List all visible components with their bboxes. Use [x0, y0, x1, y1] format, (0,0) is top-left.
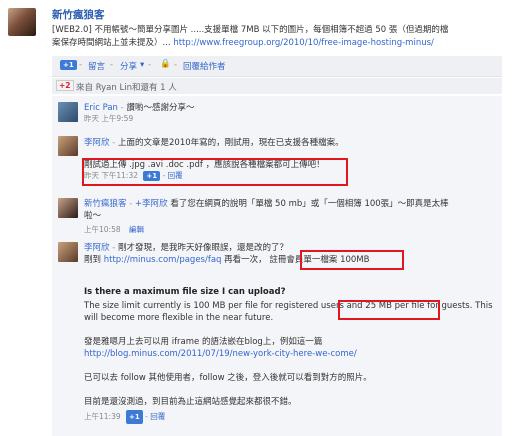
- comment-avatar[interactable]: [58, 102, 78, 122]
- comment-p4: 目前是還沒測過，到目前為止這網站感覺起來都很不錯。: [84, 397, 297, 407]
- share-dropdown-icon[interactable]: ▾: [140, 60, 144, 70]
- comment-faq-line: 剛到 http://minus.com/pages/faq 再看一次， 註冊會員…: [84, 255, 370, 265]
- comment-p2: 發是雅嗯月上去可以用 iframe 的語法嵌在blog上，例如這一篇: [84, 337, 323, 347]
- comment-4: 李阿欣 - 剛才發現，是我昨天好像眼誤，還是改的了？ 剛到 http://min…: [84, 242, 496, 424]
- faq-link[interactable]: http://minus.com/pages/faq: [104, 255, 222, 265]
- plus-one-button[interactable]: +1: [126, 410, 143, 424]
- plus-ones-row: +2 來自 Ryan Lin和還有 1 人: [52, 78, 502, 94]
- share-link[interactable]: 分享: [120, 60, 137, 72]
- post-author[interactable]: 新竹瘋狼客: [52, 7, 105, 22]
- reply-author-link[interactable]: 回覆給作者: [183, 60, 226, 72]
- post-actions-bar: +1 - 留言 - 分享 ▾ - 🔒 - 回覆給作者: [52, 56, 502, 77]
- lock-icon: 🔒: [160, 59, 171, 69]
- comment-text: 看了您在網頁的說明「單檔 50 mb」或「一個相簿 100張」～即真是太棒: [170, 199, 449, 209]
- faq-question: Is there a maximum file size I can uploa…: [84, 287, 286, 297]
- comments-section: Eric Pan - 讚喲～感謝分享～ 昨天 上午9:59 李阿欣 - 上面的文…: [52, 96, 502, 436]
- reply-link[interactable]: 回覆: [150, 412, 165, 421]
- comment-author[interactable]: 新竹瘋狼客: [84, 199, 127, 209]
- comment-text-cont: 啦～: [84, 211, 102, 221]
- comment-author[interactable]: 李阿欣: [84, 138, 110, 148]
- post-body-line2: 案保存時間網站上並未提及）... http://www.freegroup.or…: [52, 37, 434, 48]
- comment-p3: 已可以去 follow 其他使用者，follow 之後，登入後就可以看到對方的照…: [84, 373, 372, 383]
- comment-author[interactable]: Eric Pan: [84, 103, 118, 113]
- comment-time[interactable]: 上午11:39: [84, 412, 121, 421]
- highlight-box: [338, 300, 440, 320]
- post-link[interactable]: http://www.freegroup.org/2010/10/free-im…: [173, 38, 434, 48]
- plus-one-button[interactable]: +1: [60, 60, 77, 70]
- highlight-box: [300, 250, 404, 270]
- post-body: [WEB2.0] 不用帳號～簡單分享圖片 .....支援單檔 7MB 以下的圖片…: [52, 24, 492, 49]
- comment-link[interactable]: 留言: [88, 60, 105, 72]
- comment-text: 讚喲～感謝分享～: [126, 103, 195, 113]
- comment-meta: 上午11:39 +1 - 回覆: [84, 410, 496, 424]
- comment-avatar[interactable]: [58, 198, 78, 218]
- edit-link[interactable]: 編輯: [129, 225, 144, 234]
- comment-1: Eric Pan - 讚喲～感謝分享～ 昨天 上午9:59: [84, 103, 195, 124]
- comment-time[interactable]: 昨天 上午9:59: [84, 113, 194, 124]
- plus-count-badge[interactable]: +2: [56, 80, 74, 91]
- comment-text: 剛才發現，是我昨天好像眼誤，還是改的了？: [118, 243, 289, 253]
- mention[interactable]: +李阿欣: [135, 199, 168, 209]
- highlight-box: [82, 158, 348, 186]
- comment-avatar[interactable]: [58, 242, 78, 262]
- comment-meta: 上午10:58 編輯: [84, 224, 494, 236]
- blog-link[interactable]: http://blog.minus.com/2011/07/19/new-yor…: [84, 348, 496, 360]
- comment-text: 上面的文章是2010年寫的，剛試用，現在已支援各種檔案。: [118, 138, 344, 148]
- comment-avatar[interactable]: [58, 136, 78, 156]
- post-body-line1: [WEB2.0] 不用帳號～簡單分享圖片 .....支援單檔 7MB 以下的圖片…: [52, 25, 449, 35]
- comment-author[interactable]: 李阿欣: [84, 243, 110, 253]
- comment-3: 新竹瘋狼客 - +李阿欣 看了您在網頁的說明「單檔 50 mb」或「一個相簿 1…: [84, 198, 494, 236]
- author-avatar[interactable]: [8, 8, 36, 36]
- comment-time[interactable]: 上午10:58: [84, 225, 121, 234]
- plus-ones-text[interactable]: 來自 Ryan Lin和還有 1 人: [76, 81, 177, 93]
